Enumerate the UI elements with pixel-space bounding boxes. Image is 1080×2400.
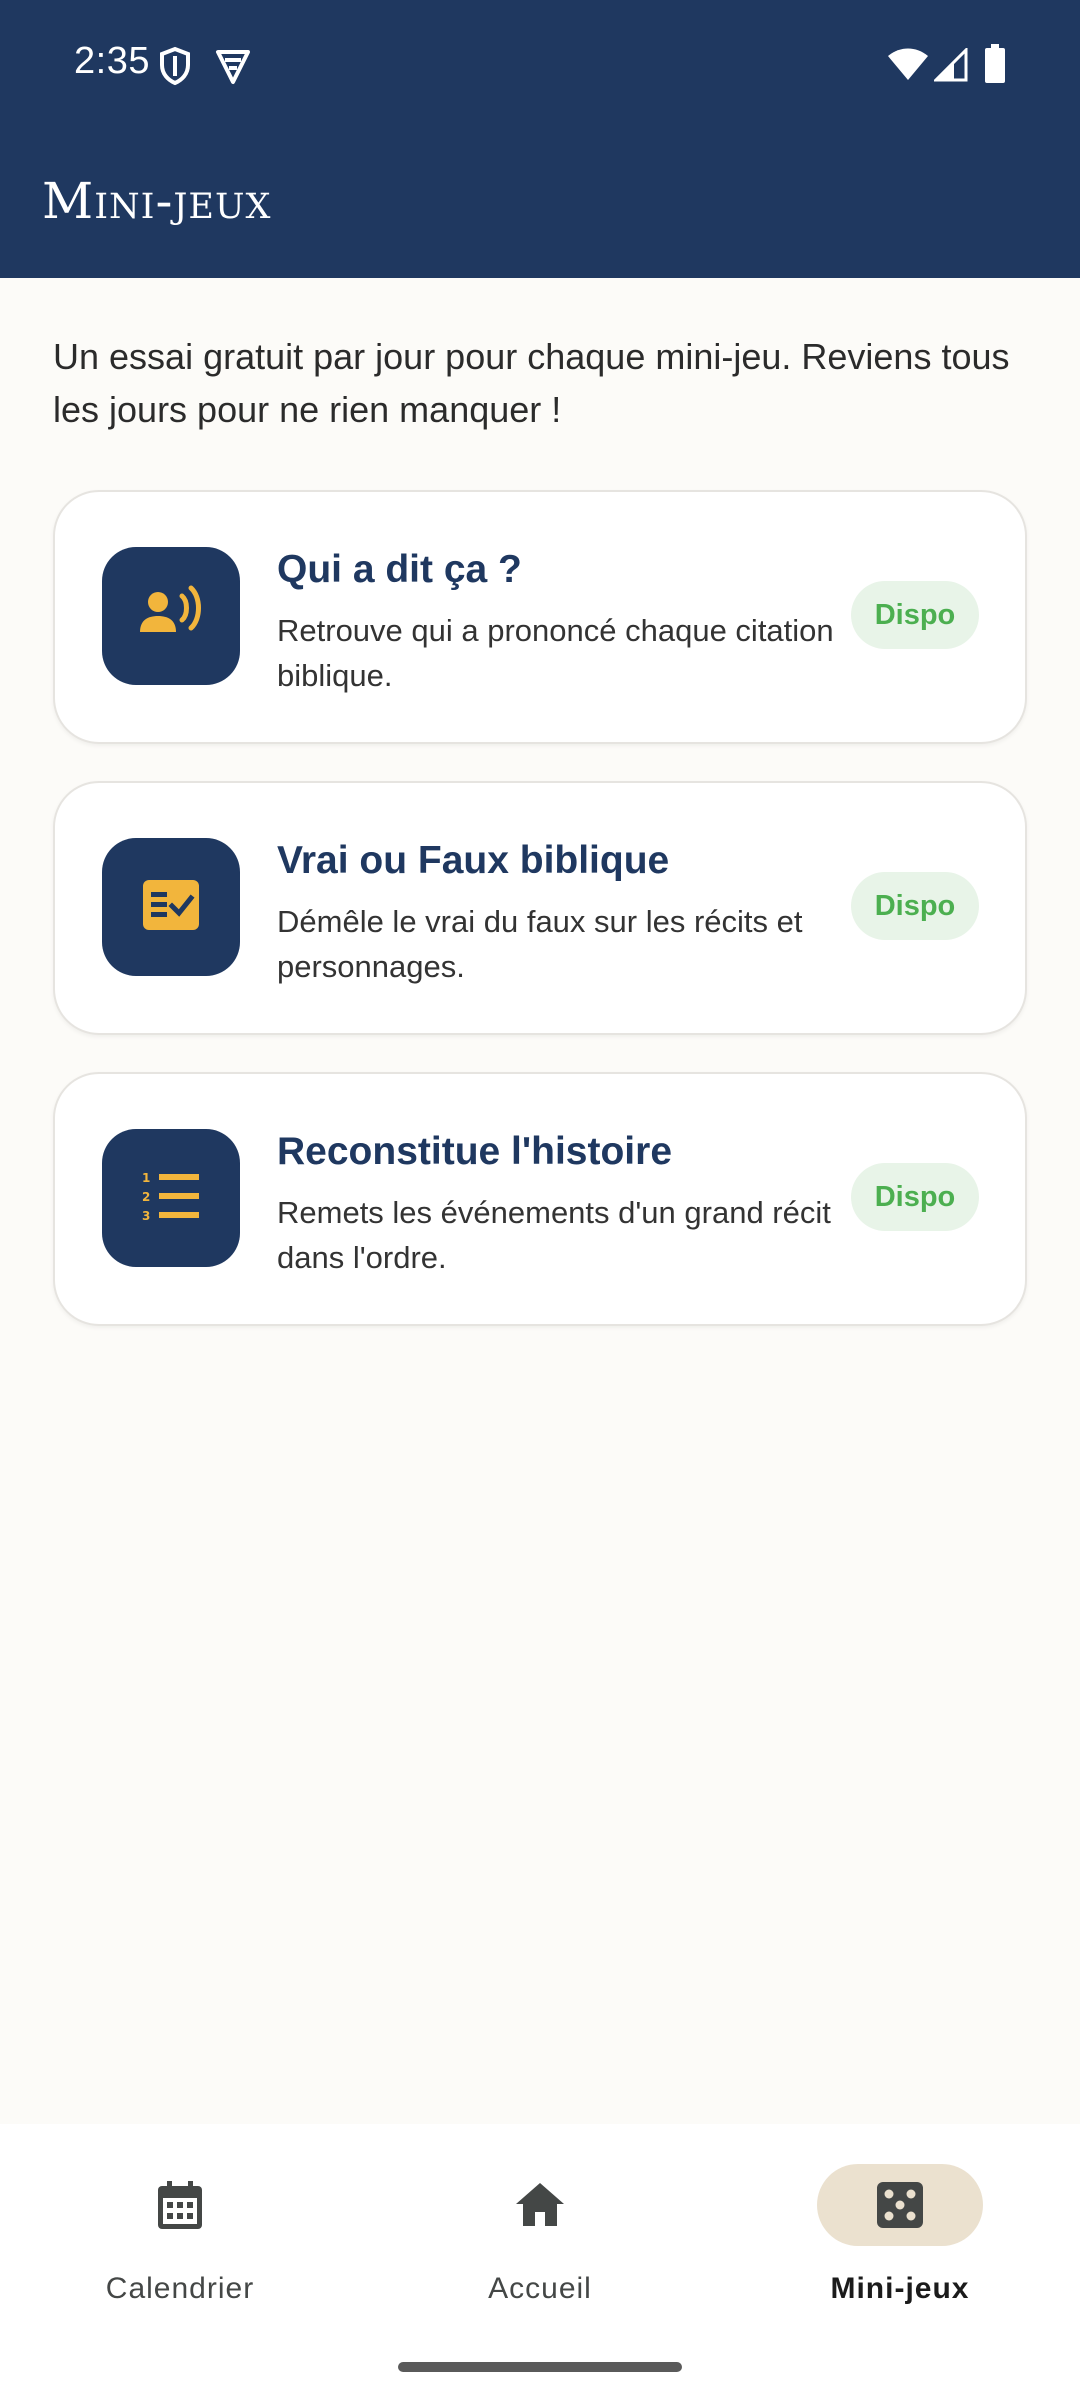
status-time: 2:35 bbox=[74, 40, 150, 82]
nav-label: Mini-jeux bbox=[830, 2272, 970, 2305]
game-icon-tile: 1 2 3 bbox=[102, 1129, 240, 1267]
home-icon bbox=[514, 2179, 566, 2231]
svg-text:2: 2 bbox=[142, 1190, 150, 1204]
app-bar: 2:35 Mini-jeux bbox=[0, 0, 1080, 278]
fact-check-icon bbox=[141, 878, 201, 937]
game-title: Qui a dit ça ? bbox=[277, 548, 522, 591]
svg-text:3: 3 bbox=[142, 1209, 150, 1222]
bottom-navigation: Calendrier Accueil Mini-jeux bbox=[0, 2124, 1080, 2400]
status-badge: Dispo bbox=[851, 1163, 979, 1231]
game-card-vrai-ou-faux[interactable]: Vrai ou Faux biblique Démêle le vrai du … bbox=[53, 781, 1027, 1035]
numbered-list-icon: 1 2 3 bbox=[141, 1170, 201, 1227]
status-badge: Dispo bbox=[851, 581, 979, 649]
game-description: Démêle le vrai du faux sur les récits et… bbox=[277, 904, 803, 984]
shield-icon bbox=[158, 46, 192, 91]
game-icon-tile bbox=[102, 547, 240, 685]
game-description: Retrouve qui a prononcé chaque citation … bbox=[277, 613, 834, 693]
svg-text:1: 1 bbox=[142, 1171, 150, 1185]
game-icon-tile bbox=[102, 838, 240, 976]
intro-text: Un essai gratuit par jour pour chaque mi… bbox=[53, 336, 1010, 430]
game-title: Reconstitue l'histoire bbox=[277, 1130, 673, 1173]
dice-icon bbox=[874, 2179, 926, 2231]
game-title: Vrai ou Faux biblique bbox=[277, 839, 670, 882]
nav-item-accueil[interactable]: Accueil bbox=[360, 2124, 720, 2334]
nav-item-mini-jeux[interactable]: Mini-jeux bbox=[720, 2124, 1080, 2334]
status-bar: 2:35 bbox=[0, 0, 1080, 132]
game-card-qui-a-dit[interactable]: Qui a dit ça ? Retrouve qui a prononcé c… bbox=[53, 490, 1027, 744]
nav-label: Calendrier bbox=[105, 2272, 255, 2305]
speaker-person-icon bbox=[136, 584, 206, 649]
vpn-icon bbox=[214, 46, 252, 91]
battery-icon bbox=[984, 44, 1006, 89]
nav-label: Accueil bbox=[488, 2272, 592, 2305]
calendar-icon bbox=[154, 2179, 206, 2231]
game-card-reconstitue[interactable]: 1 2 3 Reconstitue l'histoire Remets les … bbox=[53, 1072, 1027, 1326]
home-indicator[interactable] bbox=[398, 2362, 682, 2372]
game-description: Remets les événements d'un grand récit d… bbox=[277, 1195, 831, 1275]
nav-item-calendrier[interactable]: Calendrier bbox=[0, 2124, 360, 2334]
page-title: Mini-jeux bbox=[42, 172, 272, 230]
status-badge: Dispo bbox=[851, 872, 979, 940]
signal-icon bbox=[932, 46, 968, 87]
wifi-icon bbox=[888, 48, 928, 87]
